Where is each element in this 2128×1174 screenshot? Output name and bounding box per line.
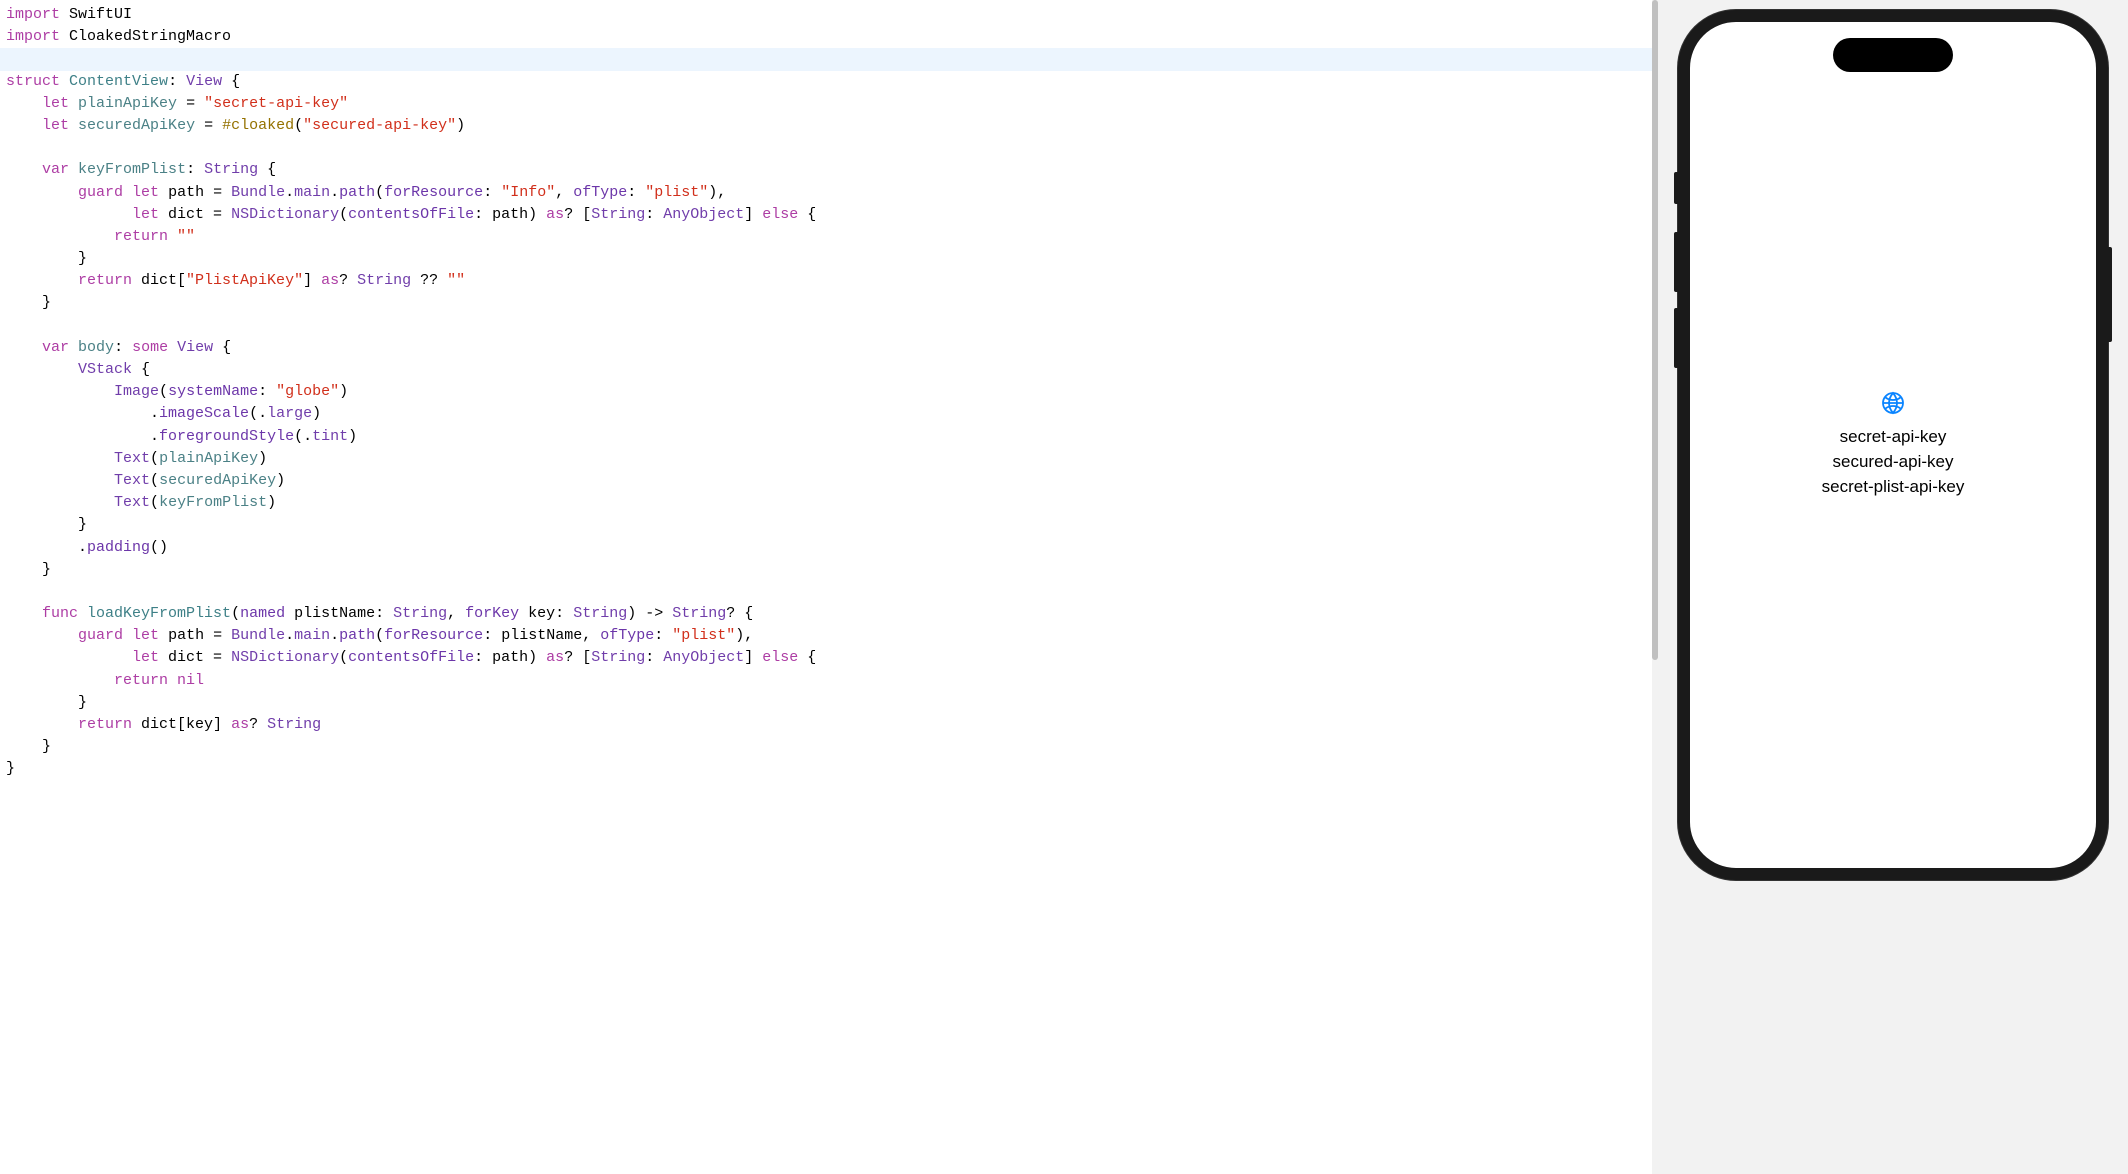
app-preview-content: secret-api-key secured-api-key secret-pl… [1690,22,2096,868]
scrollbar-thumb[interactable] [1652,0,1658,660]
code-line[interactable]: return "" [0,226,1652,248]
code-line[interactable]: Image(systemName: "globe") [0,381,1652,403]
preview-text-3: secret-plist-api-key [1822,476,1965,499]
code-line[interactable]: struct ContentView: View { [0,71,1652,93]
code-line[interactable]: } [0,758,1652,780]
code-line[interactable]: } [0,692,1652,714]
volume-up-button [1674,232,1679,292]
code-line[interactable]: var keyFromPlist: String { [0,159,1652,181]
code-line[interactable] [0,137,1652,159]
code-line[interactable]: guard let path = Bundle.main.path(forRes… [0,182,1652,204]
code-line[interactable] [0,315,1652,337]
code-line[interactable]: .padding() [0,537,1652,559]
code-line[interactable]: Text(keyFromPlist) [0,492,1652,514]
silence-switch [1674,172,1679,204]
code-line[interactable]: var body: some View { [0,337,1652,359]
code-line[interactable]: let plainApiKey = "secret-api-key" [0,93,1652,115]
code-line[interactable]: Text(plainApiKey) [0,448,1652,470]
code-line[interactable]: } [0,514,1652,536]
code-line[interactable]: guard let path = Bundle.main.path(forRes… [0,625,1652,647]
code-line[interactable]: func loadKeyFromPlist(named plistName: S… [0,603,1652,625]
code-line[interactable]: return dict[key] as? String [0,714,1652,736]
code-line[interactable]: } [0,559,1652,581]
code-line[interactable] [0,581,1652,603]
iphone-simulator: secret-api-key secured-api-key secret-pl… [1678,10,2108,880]
code-line[interactable]: return dict["PlistApiKey"] as? String ??… [0,270,1652,292]
preview-text-1: secret-api-key [1840,426,1947,449]
code-line[interactable]: .imageScale(.large) [0,403,1652,425]
code-line[interactable]: import CloakedStringMacro [0,26,1652,48]
globe-icon [1881,391,1905,420]
preview-canvas: secret-api-key secured-api-key secret-pl… [1658,0,2128,1174]
volume-down-button [1674,308,1679,368]
code-line[interactable]: } [0,736,1652,758]
code-line[interactable]: Text(securedApiKey) [0,470,1652,492]
code-line-highlighted[interactable] [0,48,1652,70]
code-line[interactable]: let dict = NSDictionary(contentsOfFile: … [0,204,1652,226]
power-button [2107,247,2112,342]
code-line[interactable]: VStack { [0,359,1652,381]
code-line[interactable]: } [0,292,1652,314]
code-line[interactable]: .foregroundStyle(.tint) [0,426,1652,448]
preview-text-2: secured-api-key [1833,451,1954,474]
code-line[interactable]: let dict = NSDictionary(contentsOfFile: … [0,647,1652,669]
code-line[interactable]: import SwiftUI [0,4,1652,26]
code-line[interactable]: return nil [0,670,1652,692]
code-line[interactable]: } [0,248,1652,270]
pane-divider[interactable] [1652,0,1658,1174]
code-editor[interactable]: import SwiftUI import CloakedStringMacro… [0,0,1652,1174]
code-line[interactable]: let securedApiKey = #cloaked("secured-ap… [0,115,1652,137]
